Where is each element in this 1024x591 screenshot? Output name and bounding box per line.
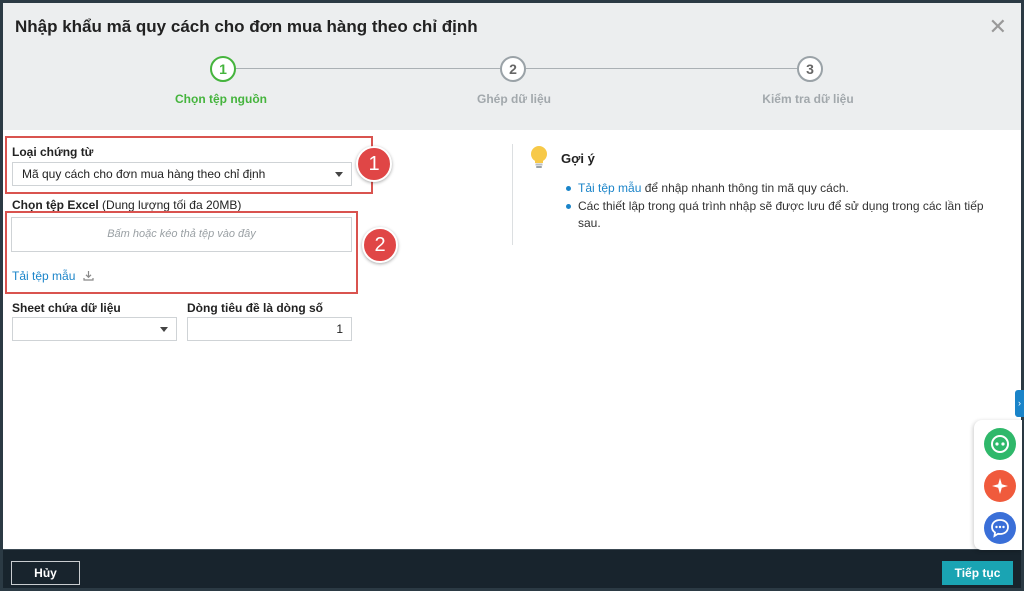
- sheet-label: Sheet chứa dữ liệu: [12, 301, 121, 315]
- cancel-button[interactable]: Hủy: [11, 561, 80, 585]
- step-1-circle: 1: [210, 56, 236, 82]
- step-3-circle: 3: [797, 56, 823, 82]
- excel-file-label-text: Chọn tệp Excel: [12, 198, 99, 212]
- sheet-select[interactable]: [12, 317, 177, 341]
- messenger-button[interactable]: [984, 512, 1016, 544]
- hint-item-text: để nhập nhanh thông tin mã quy cách.: [641, 181, 849, 195]
- annotation-badge-2: 2: [362, 227, 398, 263]
- hint-item: Các thiết lập trong quá trình nhập sẽ đư…: [535, 198, 1009, 232]
- lightbulb-icon: [531, 146, 547, 168]
- close-icon[interactable]: ✕: [989, 16, 1007, 38]
- excel-size-hint: (Dung lượng tối đa 20MB): [102, 198, 242, 212]
- header-row-input[interactable]: 1: [187, 317, 352, 341]
- header-row-label: Dòng tiêu đề là dòng số: [187, 301, 323, 315]
- bot-icon: [991, 435, 1009, 453]
- next-button[interactable]: Tiếp tục: [942, 561, 1013, 585]
- chevron-down-icon: [160, 327, 168, 332]
- chat-bot-button[interactable]: [984, 428, 1016, 460]
- annotation-box-2: [5, 211, 358, 294]
- dialog-header: Nhập khẩu mã quy cách cho đơn mua hàng t…: [3, 3, 1021, 130]
- hint-item: Tải tệp mẫu để nhập nhanh thông tin mã q…: [535, 180, 1009, 197]
- step-3-label: Kiểm tra dữ liệu: [762, 92, 854, 106]
- hint-list: Tải tệp mẫu để nhập nhanh thông tin mã q…: [535, 180, 1009, 233]
- hint-title: Gợi ý: [561, 151, 595, 166]
- divider: [512, 144, 513, 245]
- annotation-box-1: [5, 136, 373, 194]
- ai-assistant-button[interactable]: [984, 470, 1016, 502]
- sparkle-icon: [992, 478, 1008, 494]
- step-2-label: Ghép dữ liệu: [476, 92, 552, 106]
- excel-file-label: Chọn tệp Excel (Dung lượng tối đa 20MB): [12, 198, 241, 212]
- hint-template-link[interactable]: Tải tệp mẫu: [578, 181, 641, 195]
- chat-bubble-icon: [991, 519, 1009, 538]
- step-1-label: Chọn tệp nguồn: [175, 92, 267, 106]
- annotation-badge-1: 1: [356, 146, 392, 182]
- dialog-footer: Hủy Tiếp tục: [3, 549, 1021, 588]
- side-expand-tab[interactable]: ›: [1015, 390, 1024, 417]
- step-connector: [236, 68, 500, 69]
- step-connector: [526, 68, 797, 69]
- hint-item-text: Các thiết lập trong quá trình nhập sẽ đư…: [578, 199, 984, 230]
- dialog-title: Nhập khẩu mã quy cách cho đơn mua hàng t…: [15, 17, 478, 36]
- import-dialog: Nhập khẩu mã quy cách cho đơn mua hàng t…: [3, 3, 1021, 588]
- step-2-circle: 2: [500, 56, 526, 82]
- floating-actions: [974, 420, 1022, 550]
